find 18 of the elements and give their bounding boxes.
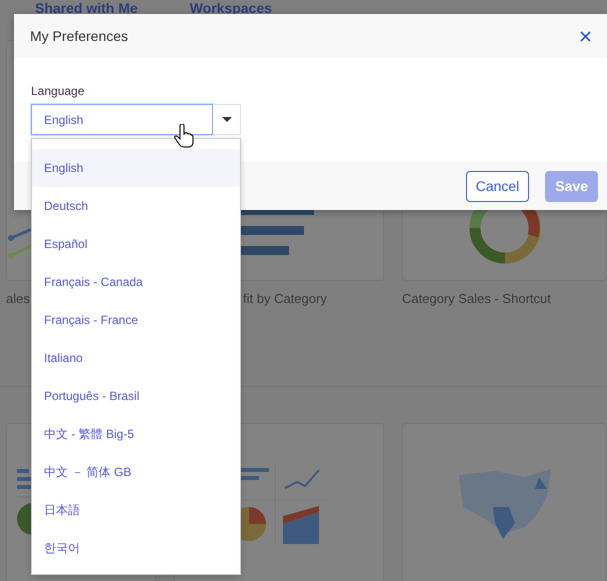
language-option[interactable]: 한국어 bbox=[32, 529, 240, 567]
language-option[interactable]: 中文 － 简体 GB bbox=[32, 453, 240, 491]
language-option[interactable]: Español bbox=[32, 225, 240, 263]
language-select[interactable]: English bbox=[31, 104, 213, 135]
language-option[interactable]: Français - Canada bbox=[32, 263, 240, 301]
language-option[interactable]: Deutsch bbox=[32, 187, 240, 225]
card-title: ales bbox=[6, 291, 30, 306]
language-option[interactable]: Italiano bbox=[32, 339, 240, 377]
language-option[interactable]: 中文 - 繁體 Big-5 bbox=[32, 415, 240, 453]
language-option[interactable]: Français - France bbox=[32, 301, 240, 339]
language-option[interactable]: Português - Brasil bbox=[32, 377, 240, 415]
field-label: Language bbox=[31, 84, 86, 98]
language-option[interactable]: English bbox=[32, 149, 240, 187]
card-title: Category Sales - Shortcut bbox=[402, 291, 551, 306]
dialog-title: My Preferences bbox=[30, 28, 128, 44]
card-title: fit by Category bbox=[243, 291, 327, 306]
cancel-button[interactable]: Cancel bbox=[466, 170, 530, 202]
language-option[interactable]: 日本語 bbox=[32, 491, 240, 529]
